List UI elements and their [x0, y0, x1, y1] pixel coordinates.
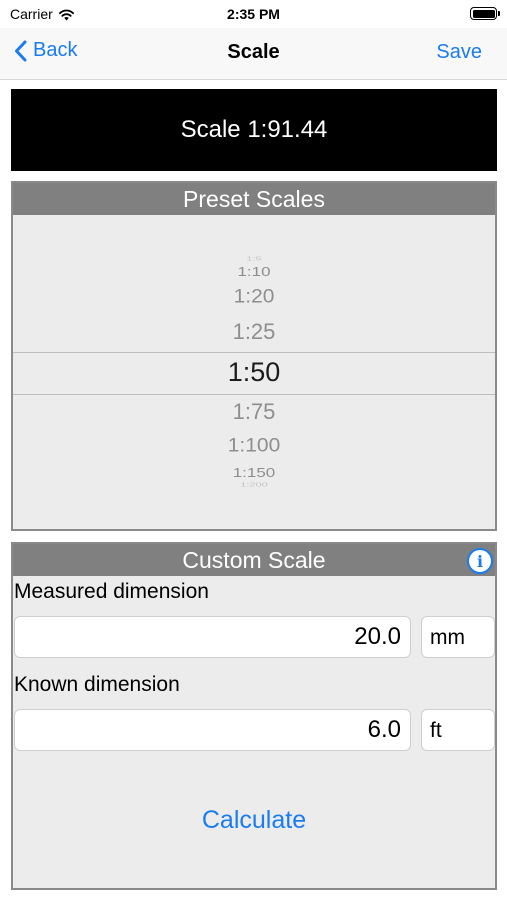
navigation-bar: Back Scale Save: [0, 28, 507, 80]
measured-dimension-label: Measured dimension: [14, 580, 209, 603]
picker-item[interactable]: 1:20: [13, 286, 495, 308]
picker-item[interactable]: 1:100: [13, 435, 495, 457]
known-dimension-input[interactable]: 6.0: [14, 709, 411, 751]
info-icon[interactable]: i: [467, 548, 493, 574]
known-unit-select[interactable]: ft: [421, 709, 495, 751]
measured-unit-select[interactable]: mm: [421, 616, 495, 658]
preset-scales-header: Preset Scales: [13, 183, 495, 215]
known-dimension-label: Known dimension: [14, 673, 180, 696]
picker-item[interactable]: 1:25: [13, 319, 495, 345]
custom-scale-header: Custom Scale: [13, 544, 495, 576]
picker-item[interactable]: 1:200: [13, 482, 495, 488]
status-bar: Carrier 2:35 PM: [0, 0, 507, 28]
status-time: 2:35 PM: [227, 6, 280, 22]
picker-item[interactable]: 1:10: [13, 265, 495, 280]
battery-icon: [470, 7, 500, 20]
picker-item[interactable]: 1:75: [13, 399, 495, 425]
save-button[interactable]: Save: [436, 41, 482, 64]
preset-scales-panel: Preset Scales 1:5 1:10 1:20 1:25 1:50 1:…: [11, 181, 497, 531]
page-title: Scale: [227, 41, 280, 63]
picker-item-selected[interactable]: 1:50: [13, 357, 495, 388]
picker-item[interactable]: 1:150: [13, 466, 495, 481]
calculate-button[interactable]: Calculate: [13, 806, 495, 835]
picker-item[interactable]: 1:5: [13, 256, 495, 262]
current-scale-display: Scale 1:91.44: [11, 89, 497, 171]
preset-scale-picker[interactable]: 1:5 1:10 1:20 1:25 1:50 1:75 1:100 1:150…: [13, 215, 495, 529]
measured-dimension-input[interactable]: 20.0: [14, 616, 411, 658]
custom-scale-panel: Custom Scale i Measured dimension 20.0 m…: [11, 542, 497, 890]
